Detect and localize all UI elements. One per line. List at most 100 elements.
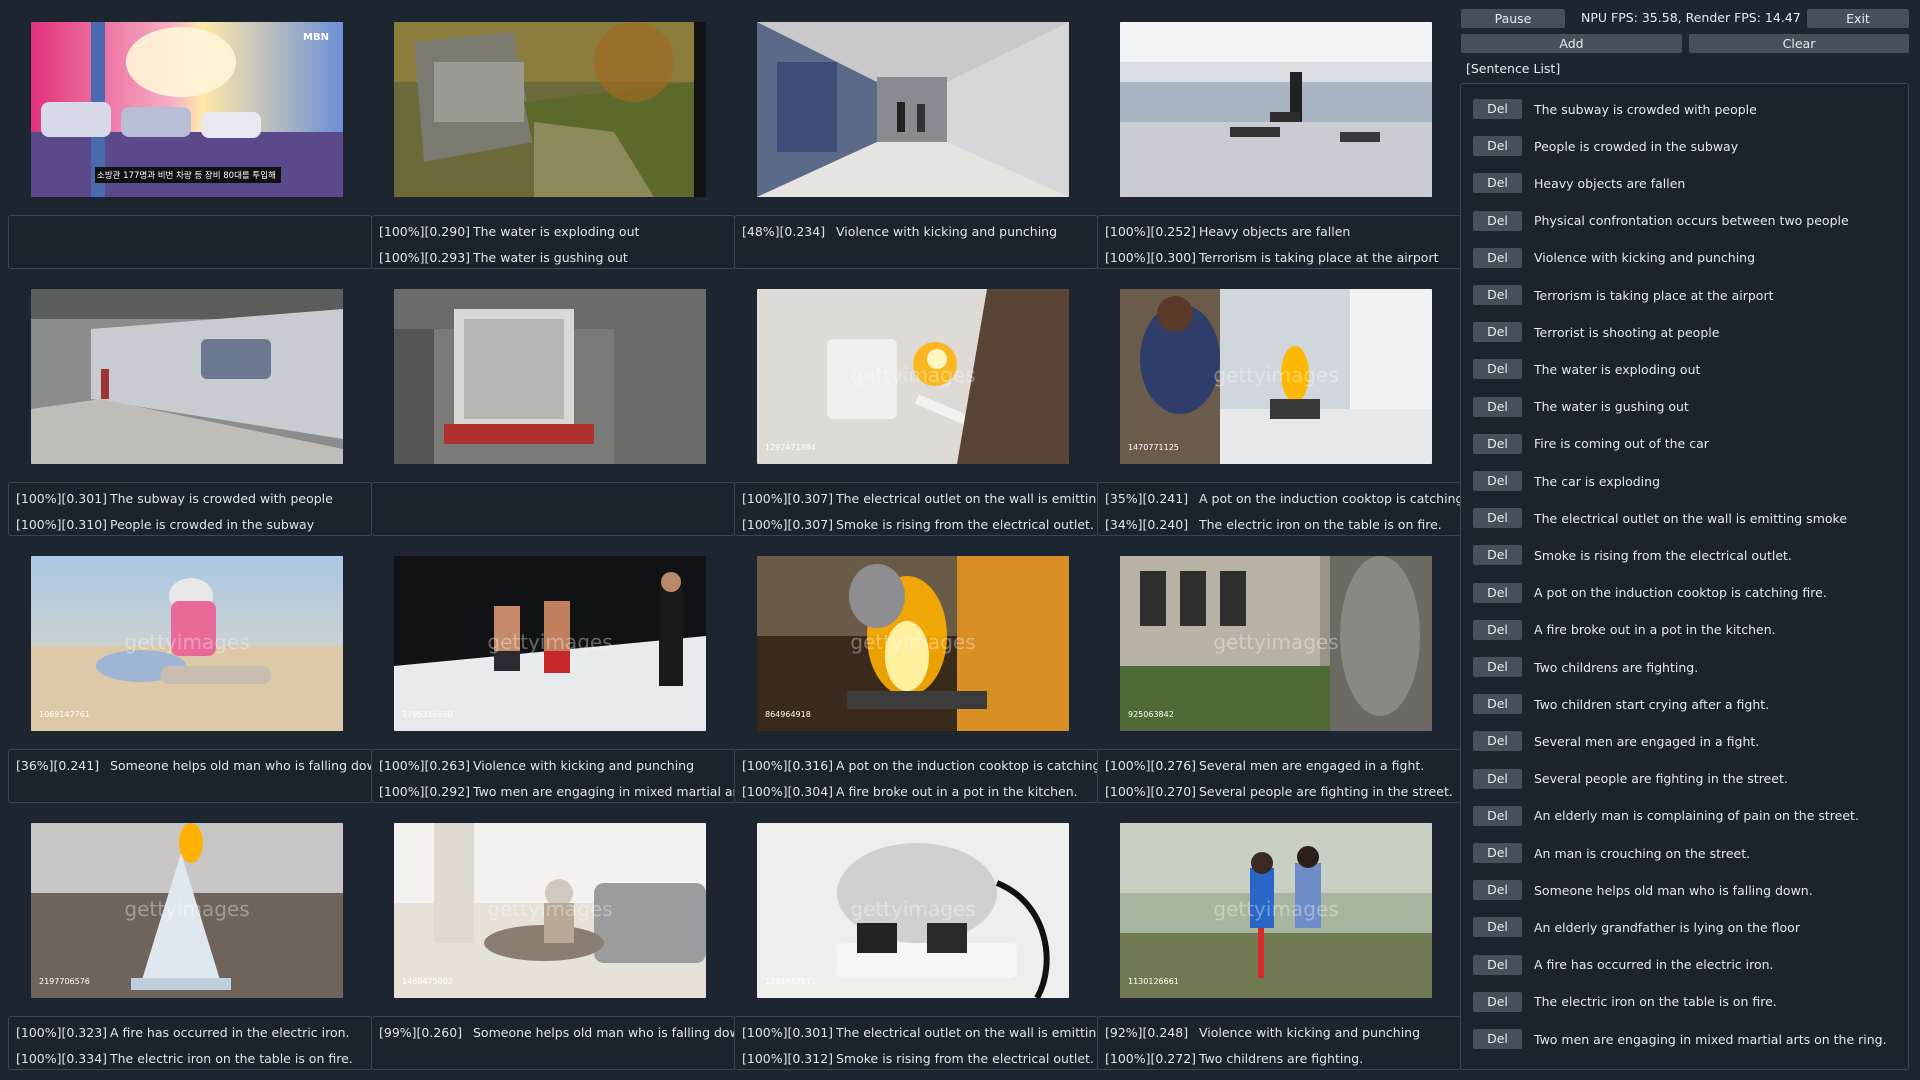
delete-sentence-button[interactable]: Del xyxy=(1473,136,1522,157)
detection-text: The water is exploding out xyxy=(473,223,640,239)
delete-sentence-button[interactable]: Del xyxy=(1473,768,1522,789)
delete-sentence-button[interactable]: Del xyxy=(1473,210,1522,231)
detection-score: [100%][0.293] xyxy=(379,249,471,265)
detection-text: A pot on the induction cooktop is catchi… xyxy=(836,757,1097,773)
detection-results: [100%][0.290] The water is exploding out [… xyxy=(371,215,735,269)
delete-sentence-button[interactable]: Del xyxy=(1473,917,1522,938)
delete-sentence-button[interactable]: Del xyxy=(1473,433,1522,454)
sentence-row: Del Two children start crying after a fig… xyxy=(1473,693,1769,715)
sentence-row: Del Physical confrontation occurs between… xyxy=(1473,210,1849,232)
sentence-row: Del A pot on the induction cooktop is cat… xyxy=(1473,582,1827,604)
detection-row: [100%][0.300] Terrorism is taking place a… xyxy=(1098,244,1460,270)
sentence-text: An elderly man is complaining of pain on… xyxy=(1534,808,1859,824)
sentence-text: The subway is crowded with people xyxy=(1534,101,1757,117)
delete-sentence-button[interactable]: Del xyxy=(1473,322,1522,343)
detection-text: A pot on the induction cooktop is catchi… xyxy=(1199,490,1460,506)
stock-id-label: 864964918 xyxy=(765,710,811,719)
detection-score: [100%][0.276] xyxy=(1105,757,1197,773)
delete-sentence-button[interactable]: Del xyxy=(1473,619,1522,640)
sentence-list[interactable]: Del The subway is crowded with people Del P… xyxy=(1460,83,1909,1070)
sentence-text: Two children start crying after a fight. xyxy=(1534,696,1770,712)
delete-sentence-button[interactable]: Del xyxy=(1473,657,1522,677)
delete-sentence-button[interactable]: Del xyxy=(1473,285,1522,305)
delete-sentence-button[interactable]: Del xyxy=(1473,247,1522,268)
pause-button[interactable]: Pause xyxy=(1461,9,1565,28)
detection-row: [100%][0.301] The subway is crowded with … xyxy=(9,485,371,511)
detection-row: [99%][0.260] Someone helps old man who is… xyxy=(372,1019,734,1045)
detection-row: [100%][0.292] Two men are engaging in mix… xyxy=(372,778,734,804)
sentence-text: A fire has occurred in the electric iron… xyxy=(1534,957,1774,973)
delete-sentence-button[interactable]: Del xyxy=(1473,508,1522,529)
stock-id-label: 1795316690 xyxy=(402,710,453,719)
video-frame: gettyimages 1297471884 xyxy=(757,289,1069,464)
sentence-row: Del Several men are engaged in a fight. xyxy=(1473,730,1759,752)
detection-row: [92%][0.248] Violence with kicking and pu… xyxy=(1098,1019,1460,1045)
detection-text: Violence with kicking and punching xyxy=(473,757,695,773)
delete-sentence-button[interactable]: Del xyxy=(1473,731,1522,752)
detection-row: [100%][0.307] Smoke is rising from the el… xyxy=(735,511,1097,537)
delete-sentence-button[interactable]: Del xyxy=(1473,991,1522,1012)
delete-sentence-button[interactable]: Del xyxy=(1473,954,1522,975)
add-button[interactable]: Add xyxy=(1461,34,1682,53)
sentence-text: Two childrens are fighting. xyxy=(1534,659,1699,675)
delete-sentence-button[interactable]: Del xyxy=(1473,694,1522,715)
watermark: gettyimages xyxy=(487,897,613,921)
detection-row: [100%][0.312] Smoke is rising from the el… xyxy=(735,1045,1097,1071)
detection-score: [100%][0.304] xyxy=(742,783,834,799)
sentence-row: Del Several people are fighting in the st… xyxy=(1473,768,1788,790)
detection-text: Someone helps old man who is falling dow… xyxy=(473,1024,734,1040)
delete-sentence-button[interactable]: Del xyxy=(1473,843,1522,863)
detection-results: [35%][0.241] A pot on the induction cookt… xyxy=(1097,482,1461,536)
detection-text: The subway is crowded with people xyxy=(110,490,333,506)
video-frame: gettyimages 1469475002 xyxy=(394,823,706,998)
video-frame: MBN 소방관 177명과 비번 차량 등 장비 80대를 투입해 xyxy=(31,22,343,197)
delete-sentence-button[interactable]: Del xyxy=(1473,396,1522,417)
sentence-text: Physical confrontation occurs between tw… xyxy=(1534,213,1849,229)
detection-score: [100%][0.272] xyxy=(1105,1050,1197,1066)
detection-results xyxy=(8,215,372,269)
watermark: gettyimages xyxy=(1213,630,1339,654)
video-frame: gettyimages 864964918 xyxy=(757,556,1069,731)
sentence-row: Del The electric iron on the table is on … xyxy=(1473,991,1777,1013)
delete-sentence-button[interactable]: Del xyxy=(1473,359,1522,380)
sentence-text: A pot on the induction cooktop is catchi… xyxy=(1534,585,1827,601)
sentence-text: Violence with kicking and punching xyxy=(1534,250,1756,266)
detection-text: A fire broke out in a pot in the kitchen… xyxy=(836,783,1078,799)
news-caption: 소방관 177명과 비번 차량 등 장비 80대를 투입해 xyxy=(97,171,276,181)
sentence-text: People is crowded in the subway xyxy=(1534,138,1739,154)
watermark: gettyimages xyxy=(124,630,250,654)
detection-results: [92%][0.248] Violence with kicking and pu… xyxy=(1097,1016,1461,1070)
detection-row: [100%][0.290] The water is exploding out xyxy=(372,218,734,244)
detection-score: [100%][0.292] xyxy=(379,783,471,799)
sentence-row: Del Two childrens are fighting. xyxy=(1473,656,1698,678)
detection-results: [100%][0.252] Heavy objects are fallen [10… xyxy=(1097,215,1461,269)
sentence-row: Del Smoke is rising from the electrical o… xyxy=(1473,544,1792,566)
detection-text: Someone helps old man who is falling dow… xyxy=(110,757,371,773)
sentence-text: Several men are engaged in a fight. xyxy=(1534,733,1760,749)
detection-text: Smoke is rising from the electrical outl… xyxy=(836,516,1094,532)
video-frame xyxy=(1120,22,1432,197)
delete-sentence-button[interactable]: Del xyxy=(1473,99,1522,119)
sentence-list-title: [Sentence List] xyxy=(1466,61,1561,76)
control-panel: Pause NPU FPS: 35.58, Render FPS: 14.47 … xyxy=(1460,0,1920,1080)
detection-text: The electrical outlet on the wall is emi… xyxy=(836,1024,1097,1040)
delete-sentence-button[interactable]: Del xyxy=(1473,1029,1522,1049)
detection-results: [100%][0.307] The electrical outlet on th… xyxy=(734,482,1098,536)
detection-score: [100%][0.300] xyxy=(1105,249,1197,265)
delete-sentence-button[interactable]: Del xyxy=(1473,805,1522,826)
detection-row: [48%][0.234] Violence with kicking and pu… xyxy=(735,218,1097,244)
exit-button[interactable]: Exit xyxy=(1807,9,1909,28)
clear-button[interactable]: Clear xyxy=(1689,34,1909,53)
delete-sentence-button[interactable]: Del xyxy=(1473,582,1522,603)
detection-text: Two men are engaging in mixed martial ar… xyxy=(473,783,734,799)
detection-results: [100%][0.263] Violence with kicking and p… xyxy=(371,749,735,803)
sentence-row: Del An man is crouching on the street. xyxy=(1473,842,1750,864)
delete-sentence-button[interactable]: Del xyxy=(1473,173,1522,194)
sentence-row: Del Fire is coming out of the car xyxy=(1473,433,1709,455)
detection-text: Smoke is rising from the electrical outl… xyxy=(836,1050,1094,1066)
delete-sentence-button[interactable]: Del xyxy=(1473,880,1522,901)
sentence-text: Terrorist is shooting at people xyxy=(1534,324,1720,340)
delete-sentence-button[interactable]: Del xyxy=(1473,471,1522,491)
delete-sentence-button[interactable]: Del xyxy=(1473,545,1522,566)
sentence-text: A fire broke out in a pot in the kitchen… xyxy=(1534,622,1776,638)
